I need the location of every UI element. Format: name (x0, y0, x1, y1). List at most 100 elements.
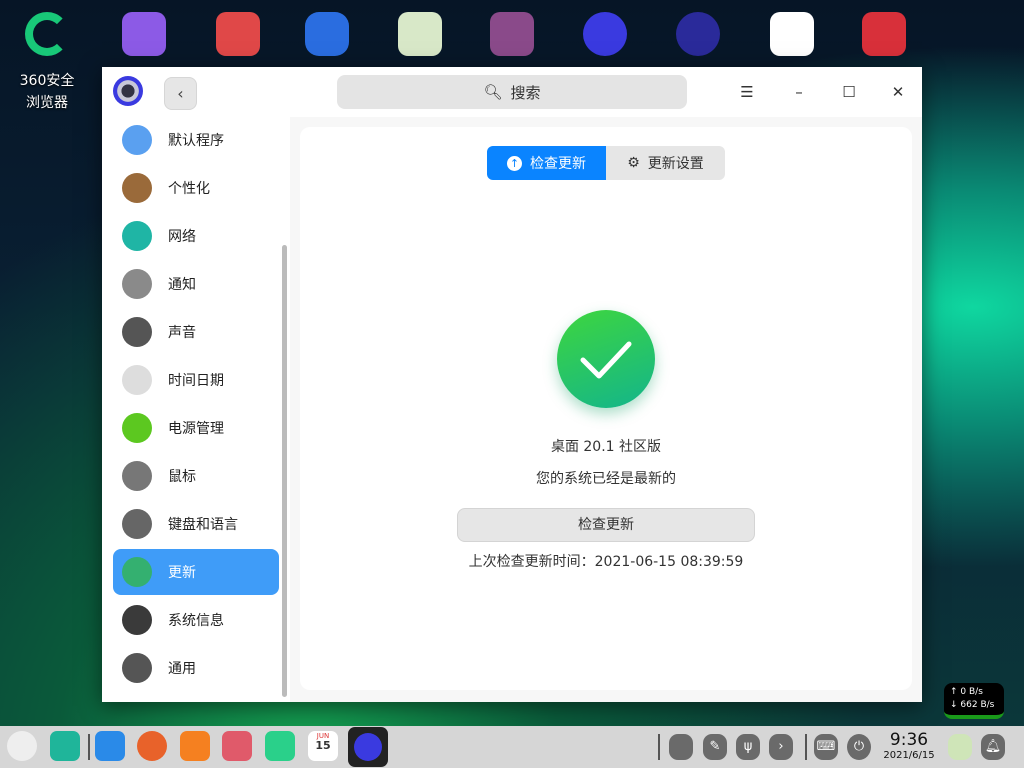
tab-check-update[interactable]: ↑ 检查更新 (487, 146, 606, 180)
sidebar-item[interactable]: 时间日期 (113, 357, 279, 403)
sidebar-item[interactable]: 更新 (113, 549, 279, 595)
clock-date: 2021/6/15 (883, 750, 935, 761)
update-panel: ↑ 检查更新 ⚙ 更新设置 桌面 20.1 社区版 您的系统已经是最新的 检查更新 … (300, 127, 912, 690)
sidebar-item-icon (122, 509, 152, 539)
divider (805, 734, 807, 760)
sidebar-item[interactable]: 通用 (113, 645, 279, 691)
sidebar-item-icon (122, 461, 152, 491)
sidebar-item[interactable]: 键盘和语言 (113, 501, 279, 547)
version-text: 桌面 20.1 社区版 (550, 439, 662, 455)
arrow-up-circle-icon: ↑ (507, 155, 522, 171)
clock-time: 9:36 (889, 730, 929, 750)
search-input[interactable]: 🔍︎ 搜索 (337, 75, 687, 109)
sidebar-item-label: 键盘和语言 (168, 517, 238, 533)
browser-label: 360安全浏览器 (19, 73, 75, 111)
tray-blank-icon[interactable] (669, 734, 693, 760)
sidebar-item-label: 时间日期 (168, 373, 224, 389)
trash-icon[interactable] (398, 12, 442, 56)
file-manager-icon[interactable] (95, 731, 125, 761)
close-button[interactable]: ✕ (885, 79, 911, 105)
sidebar-item[interactable]: 声音 (113, 309, 279, 355)
sidebar-item-icon (122, 125, 152, 155)
sidebar-item[interactable]: 默认程序 (113, 117, 279, 163)
app-store-icon[interactable] (180, 731, 210, 761)
draw-app-icon[interactable] (770, 12, 814, 56)
tab-label: 更新设置 (647, 156, 704, 172)
sidebar-item-icon (122, 317, 152, 347)
control-center-window: ‹ 🔍︎ 搜索 ☰ – ☐ ✕ 默认程序个性化网络通知声音时间日期电源管理鼠标键… (102, 67, 922, 702)
sidebar-item-icon (122, 221, 152, 251)
sidebar-item-icon (122, 365, 152, 395)
usb-icon[interactable]: ψ (736, 734, 760, 760)
monitor-icon[interactable] (490, 12, 534, 56)
tab-update-settings[interactable]: ⚙ 更新设置 (606, 146, 725, 180)
control-center-icon[interactable] (583, 12, 627, 56)
settings-doc-icon[interactable] (122, 12, 166, 56)
sidebar-item-icon (122, 605, 152, 635)
sidebar-item[interactable]: 通知 (113, 261, 279, 307)
calendar-icon[interactable]: JUN 15 (308, 731, 338, 761)
notification-bell-icon[interactable]: 🔔︎ (981, 734, 1005, 760)
calendar-day: 15 (315, 739, 331, 752)
sidebar-item-icon (122, 173, 152, 203)
image-viewer-icon[interactable] (222, 731, 252, 761)
chevron-right-icon[interactable]: › (769, 734, 793, 760)
divider (658, 734, 660, 760)
minimize-button[interactable]: – (786, 79, 812, 105)
sidebar-item-label: 声音 (168, 325, 196, 341)
pen-icon[interactable]: ✎ (703, 734, 727, 760)
back-button[interactable]: ‹ (164, 77, 197, 110)
status-text: 您的系统已经是最新的 (536, 471, 676, 487)
music-icon[interactable] (265, 731, 295, 761)
search-placeholder: 搜索 (510, 83, 541, 102)
wps-icon[interactable] (305, 12, 349, 56)
sidebar-item[interactable]: 网络 (113, 213, 279, 259)
sidebar-item-label: 通用 (168, 661, 196, 677)
sidebar-item-label: 通知 (168, 277, 196, 293)
sidebar-item-icon (122, 653, 152, 683)
power-icon[interactable]: ⏻ (847, 734, 871, 760)
sidebar-item-label: 默认程序 (168, 133, 224, 149)
sidebar-item-label: 个性化 (168, 181, 210, 197)
divider (88, 734, 90, 760)
sidebar-scrollbar[interactable] (282, 245, 287, 697)
control-center-taskbar-icon[interactable] (348, 727, 388, 767)
network-speed-widget: ↑ 0 B/s ↓ 662 B/s (944, 683, 1004, 719)
sidebar-item[interactable]: 鼠标 (113, 453, 279, 499)
firefox-icon[interactable] (137, 731, 167, 761)
sidebar-item-label: 更新 (168, 565, 196, 581)
clock[interactable]: 9:36 2021/6/15 (878, 730, 940, 761)
search-icon: 🔍︎ (483, 83, 503, 101)
sidebar-item[interactable]: 系统信息 (113, 597, 279, 643)
download-speed: ↓ 662 B/s (950, 700, 995, 710)
sidebar-item-icon (122, 557, 152, 587)
last-check-text: 上次检查更新时间：2021-06-15 08:39:59 (468, 554, 744, 570)
trash-tray-icon[interactable] (948, 734, 972, 760)
launcher-icon[interactable] (7, 731, 37, 761)
multitask-view-icon[interactable] (50, 731, 80, 761)
success-check-icon (557, 310, 655, 408)
terminal-doc-icon[interactable] (216, 12, 260, 56)
check-update-button[interactable]: 检查更新 (457, 508, 755, 542)
menu-button[interactable]: ☰ (734, 79, 760, 105)
cpu-monitor-icon[interactable] (676, 12, 720, 56)
sidebar-item-icon (122, 269, 152, 299)
sidebar-item-icon (122, 413, 152, 443)
title-bar: ‹ 🔍︎ 搜索 ☰ – ☐ ✕ (102, 67, 922, 117)
sidebar-item[interactable]: 个性化 (113, 165, 279, 211)
sidebar-item[interactable]: 电源管理 (113, 405, 279, 451)
sidebar-item-label: 电源管理 (168, 421, 224, 437)
taskbar: JUN 15 ✎ ψ › ⌨ ⏻ 9:36 2021/6/15 🔔︎ (0, 726, 1024, 768)
browser-icon (25, 12, 69, 56)
control-center-app-icon (113, 76, 143, 106)
maximize-button[interactable]: ☐ (836, 79, 862, 105)
sidebar-item-label: 系统信息 (168, 613, 224, 629)
gear-icon: ⚙ (627, 155, 640, 171)
upload-speed: ↑ 0 B/s (950, 687, 983, 697)
sidebar-item-label: 鼠标 (168, 469, 196, 485)
sidebar: 默认程序个性化网络通知声音时间日期电源管理鼠标键盘和语言更新系统信息通用 (102, 117, 290, 702)
sidebar-item-label: 网络 (168, 229, 196, 245)
terminal-icon[interactable] (862, 12, 906, 56)
keyboard-icon[interactable]: ⌨ (814, 734, 838, 760)
tab-label: 检查更新 (530, 156, 586, 172)
